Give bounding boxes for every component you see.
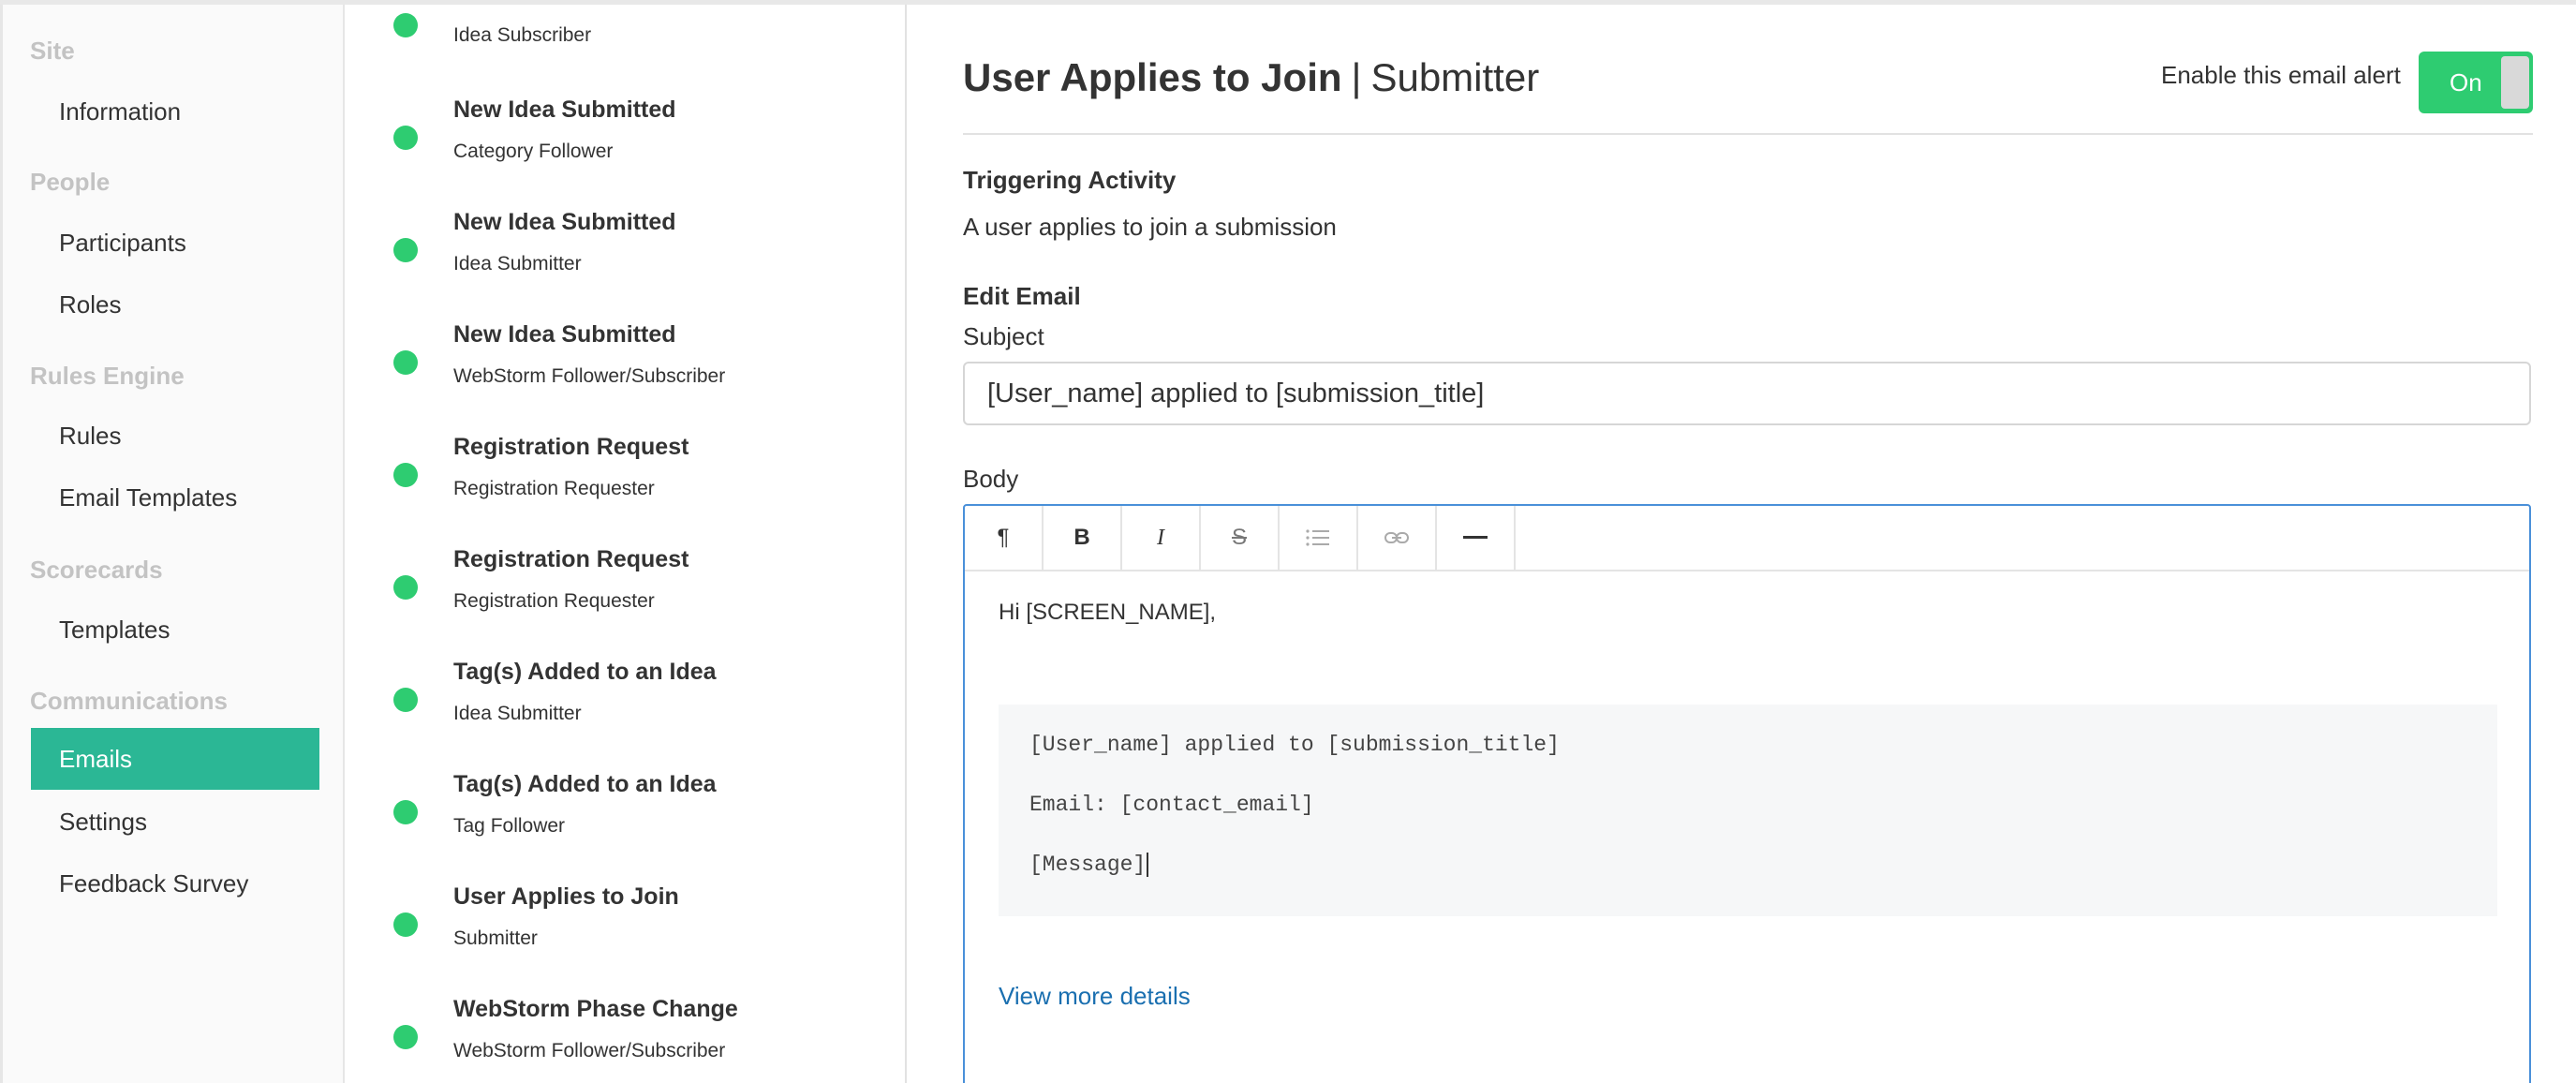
horizontal-rule-glyph xyxy=(1463,536,1488,539)
email-item-recipient: Idea Subscriber xyxy=(453,24,592,46)
status-dot-icon xyxy=(393,463,418,487)
email-item-recipient: Idea Submitter xyxy=(453,703,582,724)
status-dot-icon xyxy=(393,912,418,937)
enable-alert-toggle[interactable]: On xyxy=(2419,52,2533,113)
title-separator: | xyxy=(1351,55,1362,99)
status-dot-icon xyxy=(393,575,418,600)
email-list-item-selected[interactable]: User Applies to Join Submitter xyxy=(347,881,905,993)
text-cursor xyxy=(1147,853,1149,877)
body-code-block: [User_name] applied to [submission_title… xyxy=(999,705,2497,916)
code-line: Email: [contact_email] xyxy=(1029,793,1314,817)
nav-section-scorecards: Scorecards xyxy=(30,556,163,584)
email-list-item[interactable]: Idea Subscriber xyxy=(347,5,905,94)
nav-item-feedback-survey[interactable]: Feedback Survey xyxy=(31,853,319,914)
code-line-text: [Message] xyxy=(1029,853,1147,878)
header-divider xyxy=(963,133,2533,135)
body-label: Body xyxy=(963,465,1019,493)
email-item-title: Tag(s) Added to an Idea xyxy=(453,771,717,797)
email-item-recipient: WebStorm Follower/Subscriber xyxy=(453,365,726,387)
email-item-title: Registration Request xyxy=(453,546,689,572)
page-title-event: User Applies to Join xyxy=(963,55,1342,99)
sidebar-nav: Site Information People Participants Rol… xyxy=(0,5,345,1083)
nav-section-people: People xyxy=(30,168,111,196)
email-item-title: New Idea Submitted xyxy=(453,96,676,123)
link-icon[interactable] xyxy=(1358,506,1437,570)
bold-icon[interactable]: B xyxy=(1044,506,1122,570)
nav-item-settings[interactable]: Settings xyxy=(31,791,319,853)
nav-section-rules-engine: Rules Engine xyxy=(30,362,185,390)
body-rich-text-editor[interactable]: ¶ B I S Hi [SCREEN_NAME], [User_name] ap… xyxy=(963,504,2531,1083)
nav-item-rules[interactable]: Rules xyxy=(31,405,319,467)
email-editor-panel: User Applies to Join | Submitter Enable th… xyxy=(909,5,2576,1083)
nav-item-emails[interactable]: Emails xyxy=(31,728,319,790)
code-line-with-cursor: [Message] xyxy=(1029,853,1149,878)
italic-icon[interactable]: I xyxy=(1122,506,1201,570)
email-list-item[interactable]: Tag(s) Added to an Idea Tag Follower xyxy=(347,768,905,881)
toggle-knob xyxy=(2501,56,2529,109)
email-item-title: New Idea Submitted xyxy=(453,209,676,235)
nav-item-roles[interactable]: Roles xyxy=(31,274,319,335)
subject-label: Subject xyxy=(963,322,1044,350)
view-more-details-link[interactable]: View more details xyxy=(999,982,1191,1011)
status-dot-icon xyxy=(393,800,418,824)
strikethrough-icon[interactable]: S xyxy=(1201,506,1280,570)
nav-item-templates[interactable]: Templates xyxy=(31,599,319,660)
email-item-recipient: Registration Requester xyxy=(453,478,655,499)
email-item-recipient: Idea Submitter xyxy=(453,253,582,274)
status-dot-icon xyxy=(393,688,418,712)
email-item-recipient: Category Follower xyxy=(453,141,614,162)
bullet-list-icon[interactable] xyxy=(1280,506,1358,570)
email-item-title: Tag(s) Added to an Idea xyxy=(453,659,717,685)
status-dot-icon xyxy=(393,1025,418,1049)
nav-item-email-templates[interactable]: Email Templates xyxy=(31,467,319,528)
subject-input[interactable] xyxy=(963,362,2531,425)
email-item-recipient: Tag Follower xyxy=(453,815,566,837)
email-item-title: New Idea Submitted xyxy=(453,321,676,348)
triggering-activity-text: A user applies to join a submission xyxy=(963,213,1337,241)
nav-section-site: Site xyxy=(30,37,75,65)
status-dot-icon xyxy=(393,13,418,37)
enable-alert-label: Enable this email alert xyxy=(2161,61,2401,89)
toggle-state-label: On xyxy=(2450,68,2482,96)
nav-item-information[interactable]: Information xyxy=(31,81,319,142)
email-list-item[interactable]: Registration Request Registration Reques… xyxy=(347,431,905,543)
status-dot-icon xyxy=(393,350,418,375)
email-list-item[interactable]: WebStorm Phase Change WebStorm Follower/… xyxy=(347,993,905,1083)
email-item-title: User Applies to Join xyxy=(453,883,679,910)
nav-section-communications: Communications xyxy=(30,687,228,715)
horizontal-rule-icon[interactable] xyxy=(1437,506,1516,570)
page-title-recipient: Submitter xyxy=(1370,55,1540,99)
status-dot-icon xyxy=(393,126,418,150)
email-item-title: WebStorm Phase Change xyxy=(453,996,738,1022)
email-list-item[interactable]: New Idea Submitted Category Follower xyxy=(347,94,905,206)
nav-item-participants[interactable]: Participants xyxy=(31,212,319,274)
editor-toolbar: ¶ B I S xyxy=(965,506,2529,571)
bullet-list-glyph xyxy=(1306,529,1329,546)
status-dot-icon xyxy=(393,238,418,262)
email-alert-list: Idea Subscriber New Idea Submitted Categ… xyxy=(347,5,907,1083)
edit-email-heading: Edit Email xyxy=(963,282,1081,310)
email-item-title: Registration Request xyxy=(453,434,689,460)
email-list-item[interactable]: New Idea Submitted Idea Submitter xyxy=(347,206,905,319)
email-list-item[interactable]: Tag(s) Added to an Idea Idea Submitter xyxy=(347,656,905,768)
paragraph-icon[interactable]: ¶ xyxy=(965,506,1044,570)
email-item-recipient: Registration Requester xyxy=(453,590,655,612)
email-item-recipient: WebStorm Follower/Subscriber xyxy=(453,1040,726,1061)
link-glyph xyxy=(1384,532,1409,543)
email-list-item[interactable]: Registration Request Registration Reques… xyxy=(347,543,905,656)
code-line: [User_name] applied to [submission_title… xyxy=(1029,733,1560,757)
triggering-activity-heading: Triggering Activity xyxy=(963,166,1177,194)
email-item-recipient: Submitter xyxy=(453,927,538,949)
page-title: User Applies to Join | Submitter xyxy=(963,55,1539,100)
body-greeting: Hi [SCREEN_NAME], xyxy=(999,600,1217,625)
email-list-item[interactable]: New Idea Submitted WebStorm Follower/Sub… xyxy=(347,319,905,431)
